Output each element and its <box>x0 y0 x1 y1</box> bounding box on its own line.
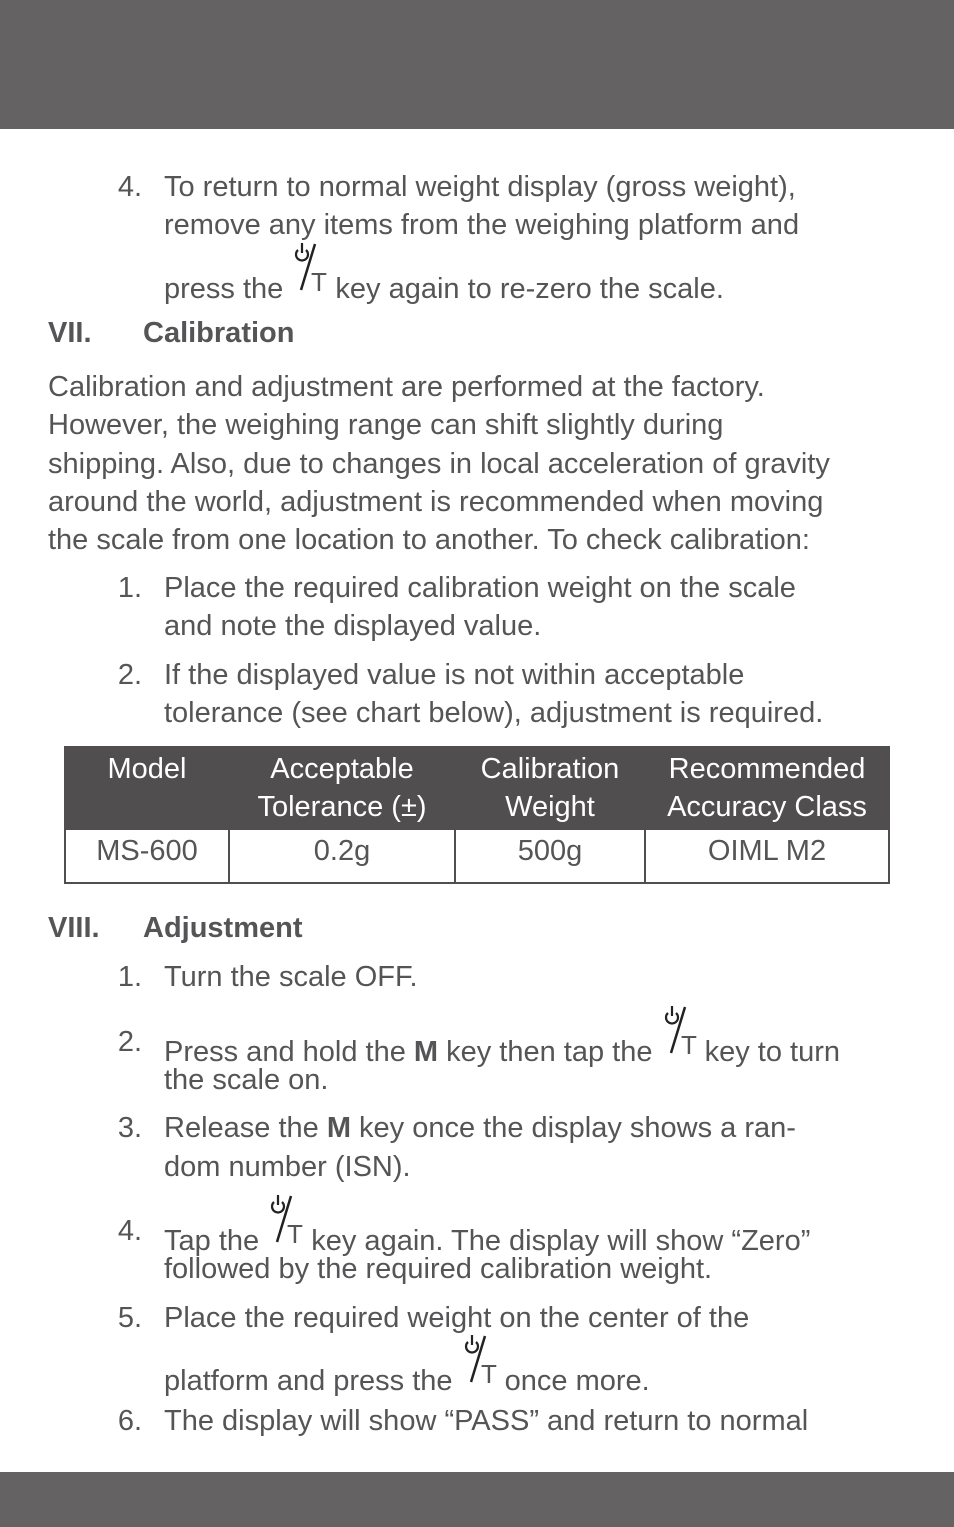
header-bar <box>0 0 954 129</box>
list-text: remove any items from the weighing platf… <box>164 209 800 241</box>
list-number: 5. <box>117 1302 142 1334</box>
footer-bar <box>0 1472 954 1527</box>
table-header: Model <box>64 746 230 829</box>
list-number: 3. <box>117 1112 142 1144</box>
list-number: 4. <box>117 1215 142 1247</box>
list-text: dom number (ISN). <box>164 1151 411 1183</box>
table-cell: OIML M2 <box>644 828 890 884</box>
section-numeral: VII. <box>48 317 92 349</box>
key-name: M <box>413 1036 439 1068</box>
list-text: press the T key again to re-zero the sca… <box>164 243 724 308</box>
power-tare-key-icon: T <box>661 1006 697 1061</box>
section-title: Adjustment <box>143 912 303 944</box>
text-fragment: Release the <box>164 1112 327 1144</box>
svg-text:T: T <box>287 1219 303 1249</box>
paragraph-line: shipping. Also, due to changes in local … <box>48 447 830 480</box>
calibration-table: Model Acceptable Tolerance (±) Calibratio… <box>64 746 890 884</box>
text-fragment: key once the display shows a ran- <box>351 1112 796 1144</box>
key-name: M <box>326 1112 351 1144</box>
section-numeral: VIII. <box>48 912 100 944</box>
list-text: followed by the required calibration wei… <box>164 1253 713 1285</box>
list-text: platform and press the T once more. <box>164 1335 650 1400</box>
table-header: Recommended Accuracy Class <box>644 746 890 829</box>
list-text: tolerance (see chart below), adjustment … <box>164 697 824 729</box>
list-text: Release the M key once the display shows… <box>164 1109 796 1147</box>
table-cell: 500g <box>454 828 646 884</box>
list-number: 2. <box>117 659 142 691</box>
list-number: 1. <box>117 572 142 604</box>
svg-text:T: T <box>681 1030 697 1060</box>
paragraph-line: the scale from one location to another. … <box>48 524 810 557</box>
list-text: The display will show “PASS” and return … <box>164 1405 809 1437</box>
power-tare-key-icon: T <box>291 243 327 298</box>
calibration-paragraph: Calibration and adjustment are performed… <box>48 368 918 559</box>
table-cell: MS-600 <box>64 828 230 884</box>
text-fragment: key to turn <box>704 1036 841 1068</box>
text-fragment: key again to re-zero the scale. <box>335 273 724 305</box>
paragraph-line: around the world, adjustment is recommen… <box>48 485 824 518</box>
power-tare-key-icon: T <box>461 1335 497 1390</box>
table-header: Acceptable Tolerance (±) <box>228 746 456 829</box>
list-number: 2. <box>117 1026 142 1058</box>
list-text: and note the displayed value. <box>164 610 542 642</box>
table-cell: 0.2g <box>228 828 456 884</box>
table-header: Calibration Weight <box>454 746 646 829</box>
list-number: 1. <box>117 961 142 993</box>
text-fragment: key then tap the <box>438 1036 661 1068</box>
power-tare-key-icon: T <box>267 1195 303 1250</box>
list-text: To return to normal weight display (gros… <box>164 171 796 203</box>
list-text: the scale on. <box>164 1064 329 1096</box>
text-fragment: platform and press the <box>164 1365 461 1397</box>
paragraph-line: However, the weighing range can shift sl… <box>48 409 724 442</box>
list-text: Place the required calibration weight on… <box>164 572 796 604</box>
list-number: 4. <box>117 171 142 203</box>
table-row: MS-600 0.2g 500g OIML M2 <box>64 828 890 884</box>
list-text: If the displayed value is not within acc… <box>164 659 745 691</box>
section-title: Calibration <box>143 317 295 349</box>
table-header-row: Model Acceptable Tolerance (±) Calibratio… <box>64 746 890 829</box>
svg-text:T: T <box>311 267 327 297</box>
list-text: Turn the scale OFF. <box>164 961 418 993</box>
text-fragment: press the <box>164 273 284 305</box>
paragraph-line: Calibration and adjustment are performed… <box>48 371 765 403</box>
list-text: Place the required weight on the center … <box>164 1302 750 1334</box>
text-fragment: once more. <box>504 1365 650 1397</box>
list-number: 6. <box>117 1405 142 1437</box>
svg-text:T: T <box>481 1359 497 1389</box>
